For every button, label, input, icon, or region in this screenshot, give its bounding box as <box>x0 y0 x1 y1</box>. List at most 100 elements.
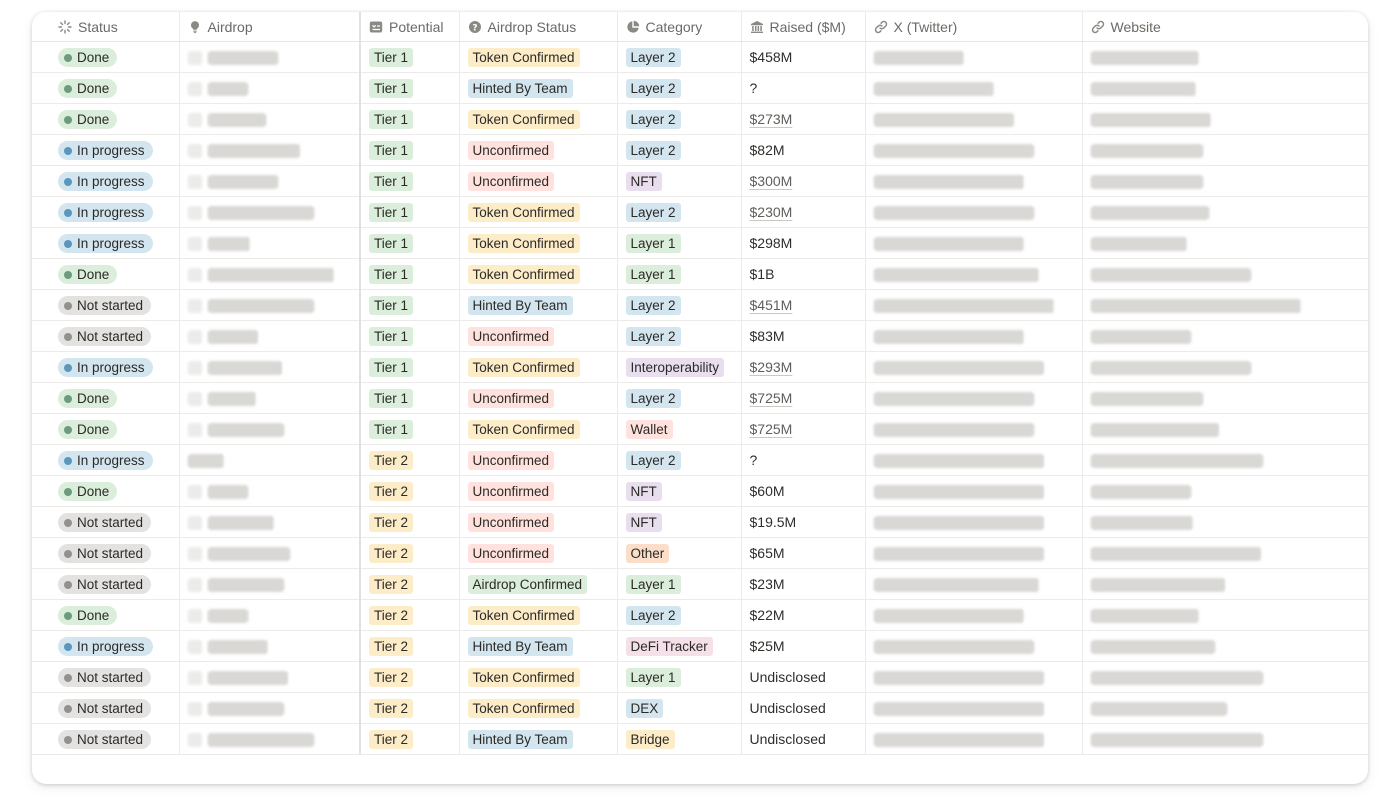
airdrop-cell[interactable] <box>179 537 361 569</box>
potential-cell[interactable]: Tier 1 <box>360 41 460 73</box>
website-link-redacted[interactable] <box>1090 702 1227 717</box>
airdrop-status-cell[interactable]: Unconfirmed <box>459 506 618 538</box>
raised-cell[interactable]: $725M <box>741 413 866 445</box>
potential-cell[interactable]: Tier 1 <box>360 134 460 166</box>
category-cell[interactable]: Layer 2 <box>617 196 742 228</box>
status-cell[interactable]: Not started <box>32 692 180 724</box>
table-row[interactable]: Done Tier 1 Token Confirmed Layer 2 $273M <box>32 103 1368 135</box>
table-row[interactable]: In progress Tier 1 Unconfirmed Layer 2 $82M <box>32 134 1368 166</box>
table-row[interactable]: In progress Tier 1 Token Confirmed Interope… <box>32 351 1368 383</box>
airdrop-status-cell[interactable]: Hinted By Team <box>459 289 618 321</box>
category-cell[interactable]: NFT <box>617 165 742 197</box>
column-header-website[interactable]: Website <box>1082 12 1368 42</box>
airdrop-cell[interactable] <box>179 351 361 383</box>
raised-cell[interactable]: $300M <box>741 165 866 197</box>
category-cell[interactable]: Interoperability <box>617 351 742 383</box>
website-cell[interactable] <box>1082 289 1368 321</box>
website-link-redacted[interactable] <box>1090 578 1225 593</box>
raised-cell[interactable]: ? <box>741 444 866 476</box>
status-cell[interactable]: Not started <box>32 568 180 600</box>
airdrop-cell[interactable] <box>179 41 361 73</box>
website-cell[interactable] <box>1082 382 1368 414</box>
status-cell[interactable]: Done <box>32 599 180 631</box>
airdrop-cell[interactable] <box>179 723 361 755</box>
website-link-redacted[interactable] <box>1090 609 1199 624</box>
website-cell[interactable] <box>1082 165 1368 197</box>
column-header-category[interactable]: Category <box>617 12 742 42</box>
website-cell[interactable] <box>1082 134 1368 166</box>
airdrop-cell[interactable] <box>179 568 361 600</box>
raised-cell[interactable]: Undisclosed <box>741 661 866 693</box>
x-twitter-cell[interactable] <box>865 568 1083 600</box>
table-row[interactable]: Done Tier 1 Unconfirmed Layer 2 $725M <box>32 382 1368 414</box>
table-row[interactable]: Not started Tier 2 Token Confirmed Layer 1 U… <box>32 661 1368 693</box>
x-link-redacted[interactable] <box>873 547 1044 562</box>
table-row[interactable]: In progress Tier 2 Hinted By Team DeFi Trac… <box>32 630 1368 662</box>
website-cell[interactable] <box>1082 475 1368 507</box>
website-link-redacted[interactable] <box>1090 268 1251 283</box>
airdrop-cell[interactable] <box>179 661 361 693</box>
website-link-redacted[interactable] <box>1090 671 1263 686</box>
status-cell[interactable]: Done <box>32 41 180 73</box>
status-cell[interactable]: Not started <box>32 320 180 352</box>
column-header-airdrop-status[interactable]: ? Airdrop Status <box>459 12 618 42</box>
website-cell[interactable] <box>1082 630 1368 662</box>
x-link-redacted[interactable] <box>873 392 1034 407</box>
status-cell[interactable]: Not started <box>32 289 180 321</box>
table-row[interactable]: Done Tier 1 Token Confirmed Layer 1 $1B <box>32 258 1368 290</box>
category-cell[interactable]: NFT <box>617 475 742 507</box>
airdrop-status-cell[interactable]: Token Confirmed <box>459 351 618 383</box>
x-link-redacted[interactable] <box>873 702 1044 717</box>
table-row[interactable]: Done Tier 1 Token Confirmed Layer 2 $458M <box>32 41 1368 73</box>
status-cell[interactable]: Not started <box>32 506 180 538</box>
x-twitter-cell[interactable] <box>865 258 1083 290</box>
table-row[interactable]: In progress Tier 1 Token Confirmed Layer 2 $… <box>32 196 1368 228</box>
website-cell[interactable] <box>1082 661 1368 693</box>
airdrop-status-cell[interactable]: Unconfirmed <box>459 320 618 352</box>
website-link-redacted[interactable] <box>1090 361 1251 376</box>
airdrop-cell[interactable] <box>179 413 361 445</box>
potential-cell[interactable]: Tier 2 <box>360 599 460 631</box>
raised-cell[interactable]: $65M <box>741 537 866 569</box>
x-twitter-cell[interactable] <box>865 661 1083 693</box>
website-link-redacted[interactable] <box>1090 206 1209 221</box>
airdrop-cell[interactable] <box>179 165 361 197</box>
website-cell[interactable] <box>1082 320 1368 352</box>
category-cell[interactable]: Layer 2 <box>617 103 742 135</box>
website-link-redacted[interactable] <box>1090 113 1211 128</box>
status-cell[interactable]: In progress <box>32 165 180 197</box>
airdrop-cell[interactable] <box>179 258 361 290</box>
x-link-redacted[interactable] <box>873 268 1039 283</box>
raised-cell[interactable]: $60M <box>741 475 866 507</box>
x-twitter-cell[interactable] <box>865 692 1083 724</box>
status-cell[interactable]: Done <box>32 72 180 104</box>
category-cell[interactable]: Other <box>617 537 742 569</box>
website-cell[interactable] <box>1082 227 1368 259</box>
category-cell[interactable]: Layer 2 <box>617 382 742 414</box>
status-cell[interactable]: Not started <box>32 661 180 693</box>
category-cell[interactable]: Layer 2 <box>617 134 742 166</box>
airdrop-cell[interactable] <box>179 630 361 662</box>
status-cell[interactable]: Not started <box>32 537 180 569</box>
airdrop-cell[interactable] <box>179 227 361 259</box>
table-row[interactable]: In progress Tier 2 Unconfirmed Layer 2? <box>32 444 1368 476</box>
airdrop-cell[interactable] <box>179 289 361 321</box>
table-row[interactable]: Not started Tier 1 Unconfirmed Layer 2 $83M <box>32 320 1368 352</box>
airdrop-status-cell[interactable]: Unconfirmed <box>459 444 618 476</box>
website-link-redacted[interactable] <box>1090 237 1187 252</box>
x-twitter-cell[interactable] <box>865 227 1083 259</box>
category-cell[interactable]: Layer 2 <box>617 599 742 631</box>
airdrop-cell[interactable] <box>179 599 361 631</box>
status-cell[interactable]: In progress <box>32 227 180 259</box>
potential-cell[interactable]: Tier 2 <box>360 692 460 724</box>
airdrop-status-cell[interactable]: Token Confirmed <box>459 413 618 445</box>
x-twitter-cell[interactable] <box>865 537 1083 569</box>
airdrop-cell[interactable] <box>179 320 361 352</box>
airdrop-status-cell[interactable]: Hinted By Team <box>459 72 618 104</box>
table-row[interactable]: In progress Tier 1 Token Confirmed Layer 1 $… <box>32 227 1368 259</box>
column-header-airdrop[interactable]: Airdrop <box>179 12 361 42</box>
potential-cell[interactable]: Tier 1 <box>360 320 460 352</box>
x-link-redacted[interactable] <box>873 144 1034 159</box>
raised-cell[interactable]: $19.5M <box>741 506 866 538</box>
airdrop-status-cell[interactable]: Airdrop Confirmed <box>459 568 618 600</box>
